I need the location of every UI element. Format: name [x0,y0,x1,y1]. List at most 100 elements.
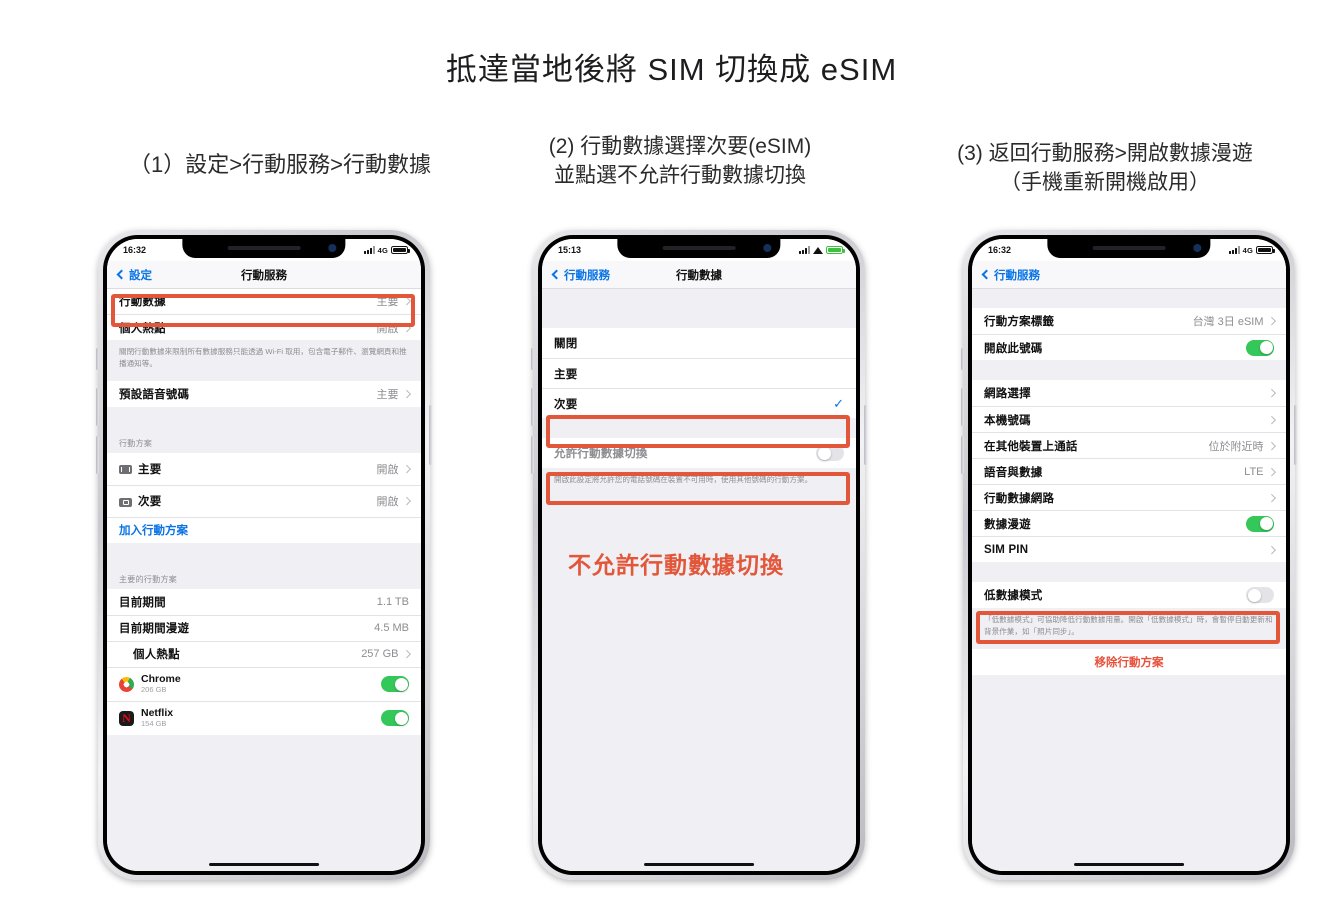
front-camera-icon [328,244,337,252]
nav-bar: 行動服務 行動數據 [542,261,856,289]
row-cellular-data[interactable]: 行動數據 主要 [107,288,421,314]
mute-switch[interactable] [96,348,99,370]
caption-step-2-line-1: (2) 行動數據選擇次要(eSIM) [548,135,812,158]
back-button[interactable]: 行動服務 [981,267,1040,283]
chevron-right-icon [402,497,411,505]
row-hotspot-usage-value: 257 GB [361,648,399,661]
row-plan-secondary[interactable]: 次要 開啟 [107,484,421,517]
row-my-number[interactable]: 本機號碼 [972,406,1286,432]
row-calls-on-other-devices-label: 在其他裝置上通話 [984,440,1078,453]
row-current-period-roaming-value: 4.5 MB [374,622,409,635]
network-type-label: 4G [1242,245,1253,255]
volume-down-button[interactable] [531,436,534,474]
row-app-chrome-name: Chrome [141,673,181,686]
row-low-data-mode[interactable]: 低數據模式 [972,582,1286,608]
caption-step-3: (3) 返回行動服務>開啟數據漫遊 （手機重新開機啟用） [890,140,1320,198]
row-current-period: 目前期間 1.1 TB [107,588,421,615]
chevron-right-icon [402,650,411,658]
toggle-low-data-mode[interactable] [1246,587,1274,603]
toggle-enable-line[interactable] [1246,339,1274,356]
row-personal-hotspot[interactable]: 個人熱點 開啟 [107,314,421,340]
row-app-netflix-size: 154 GB [141,719,167,729]
row-sim-pin-label: SIM PIN [984,543,1029,556]
chevron-left-icon [981,269,992,280]
row-voice-and-data[interactable]: 語音與數據 LTE [972,458,1286,484]
row-remove-plan[interactable]: 移除行動方案 [972,648,1286,675]
back-button[interactable]: 設定 [116,267,152,283]
sim-single-icon [119,497,132,507]
row-app-chrome[interactable]: Chrome 206 GB [107,666,421,701]
esim-settings-list[interactable]: 行動方案標籤 台灣 3日 eSIM 開啟此號碼 網路選擇 本機號碼 在其他裝置上… [972,288,1286,871]
row-hotspot-usage[interactable]: 個人熱點 257 GB [107,640,421,667]
mute-switch[interactable] [531,348,534,370]
chevron-right-icon [402,297,411,305]
chevron-right-icon [1267,545,1276,554]
chrome-icon [119,676,134,692]
footer-allow-switching: 開啟此設定將允許您的電話號碼在裝置不可用時，使用其他號碼的行動方案。 [542,468,856,497]
row-voice-and-data-value: LTE [1244,465,1264,478]
settings-list[interactable]: 行動數據 主要 個人熱點 開啟 關閉行動數據來限制所有數據服務只能透過 Wi-F… [107,288,421,871]
annotation-disallow-data-switching: 不允許行動數據切換 [568,552,784,578]
row-cellular-data-label: 行動數據 [119,296,166,308]
signal-bars-icon [799,246,810,254]
checkmark-icon: ✓ [833,396,844,411]
status-time: 16:32 [988,245,1012,255]
row-option-secondary[interactable]: 次要 ✓ [542,388,856,418]
row-my-number-label: 本機號碼 [984,414,1031,427]
row-plan-label[interactable]: 行動方案標籤 台灣 3日 eSIM [972,308,1286,334]
volume-up-button[interactable] [96,388,99,426]
row-plan-primary[interactable]: 主要 開啟 [107,452,421,485]
home-indicator[interactable] [1074,862,1184,866]
row-cellular-data-network-label: 行動數據網路 [984,492,1055,505]
row-app-netflix[interactable]: Netflix 154 GB [107,700,421,735]
row-default-voice-number[interactable]: 預設語音號碼 主要 [107,380,421,407]
battery-icon [1256,246,1275,254]
group-line-settings: 網路選擇 本機號碼 在其他裝置上通話 位於附近時 語音與數據 LTE 行動數據網… [972,380,1286,562]
status-time: 16:32 [123,245,147,255]
row-default-voice-number-value: 主要 [376,388,399,401]
power-button[interactable] [1294,405,1297,465]
phone-mockup-step-3: 16:32 4G 行動服務 行動方案標籤 台灣 3日 eSIM 開啟此號碼 網路… [961,230,1297,880]
row-hotspot-usage-label: 個人熱點 [133,649,180,662]
row-option-primary[interactable]: 主要 [542,358,856,388]
toggle-app-netflix[interactable] [381,710,409,727]
toggle-allow-data-switching[interactable] [816,445,844,461]
row-network-selection[interactable]: 網路選擇 [972,380,1286,406]
toggle-app-chrome[interactable] [381,676,409,693]
chevron-right-icon [1267,467,1276,476]
row-data-roaming[interactable]: 數據漫遊 [972,510,1286,536]
mute-switch[interactable] [961,348,964,370]
power-button[interactable] [864,405,867,465]
row-enable-line[interactable]: 開啟此號碼 [972,334,1286,360]
back-button[interactable]: 行動服務 [551,267,610,283]
row-option-off[interactable]: 關閉 [542,328,856,358]
row-personal-hotspot-label: 個人熱點 [119,322,166,335]
power-button[interactable] [429,405,432,465]
home-indicator[interactable] [209,862,319,866]
volume-up-button[interactable] [531,388,534,426]
footer-low-data-mode: 「低數據模式」可協助降低行動數據用量。開啟「低數據模式」時，會暫停自動更新和背景… [972,608,1286,649]
row-sim-pin[interactable]: SIM PIN [972,536,1286,562]
row-cellular-data-value: 主要 [376,296,399,308]
notch [182,239,346,258]
volume-down-button[interactable] [961,436,964,474]
caption-step-1: （1）設定>行動服務>行動數據 [40,150,520,180]
volume-up-button[interactable] [961,388,964,426]
row-calls-on-other-devices-value: 位於附近時 [1208,440,1264,453]
home-indicator[interactable] [644,862,754,866]
phone-mockup-step-2: 15:13 行動服務 行動數據 關閉 主要 次要 ✓ 允許行動數據切換 開啟此設… [531,230,867,880]
volume-down-button[interactable] [96,436,99,474]
caption-step-2-line-2: 並點選不允許行動數據切換 [554,163,806,187]
row-plan-label-value: 台灣 3日 eSIM [1192,316,1264,328]
row-plan-label-title: 行動方案標籤 [984,316,1055,328]
caption-step-2: (2) 行動數據選擇次要(eSIM) 並點選不允許行動數據切換 [480,133,880,191]
row-calls-on-other-devices[interactable]: 在其他裝置上通話 位於附近時 [972,432,1286,458]
row-add-plan[interactable]: 加入行動方案 [107,516,421,543]
notch [617,239,781,258]
toggle-data-roaming[interactable] [1246,515,1274,532]
chevron-right-icon [402,389,411,398]
row-cellular-data-network[interactable]: 行動數據網路 [972,484,1286,510]
sim-dual-icon [119,465,132,474]
row-allow-data-switching[interactable]: 允許行動數據切換 [542,438,856,468]
nav-bar: 設定 行動服務 [107,261,421,289]
